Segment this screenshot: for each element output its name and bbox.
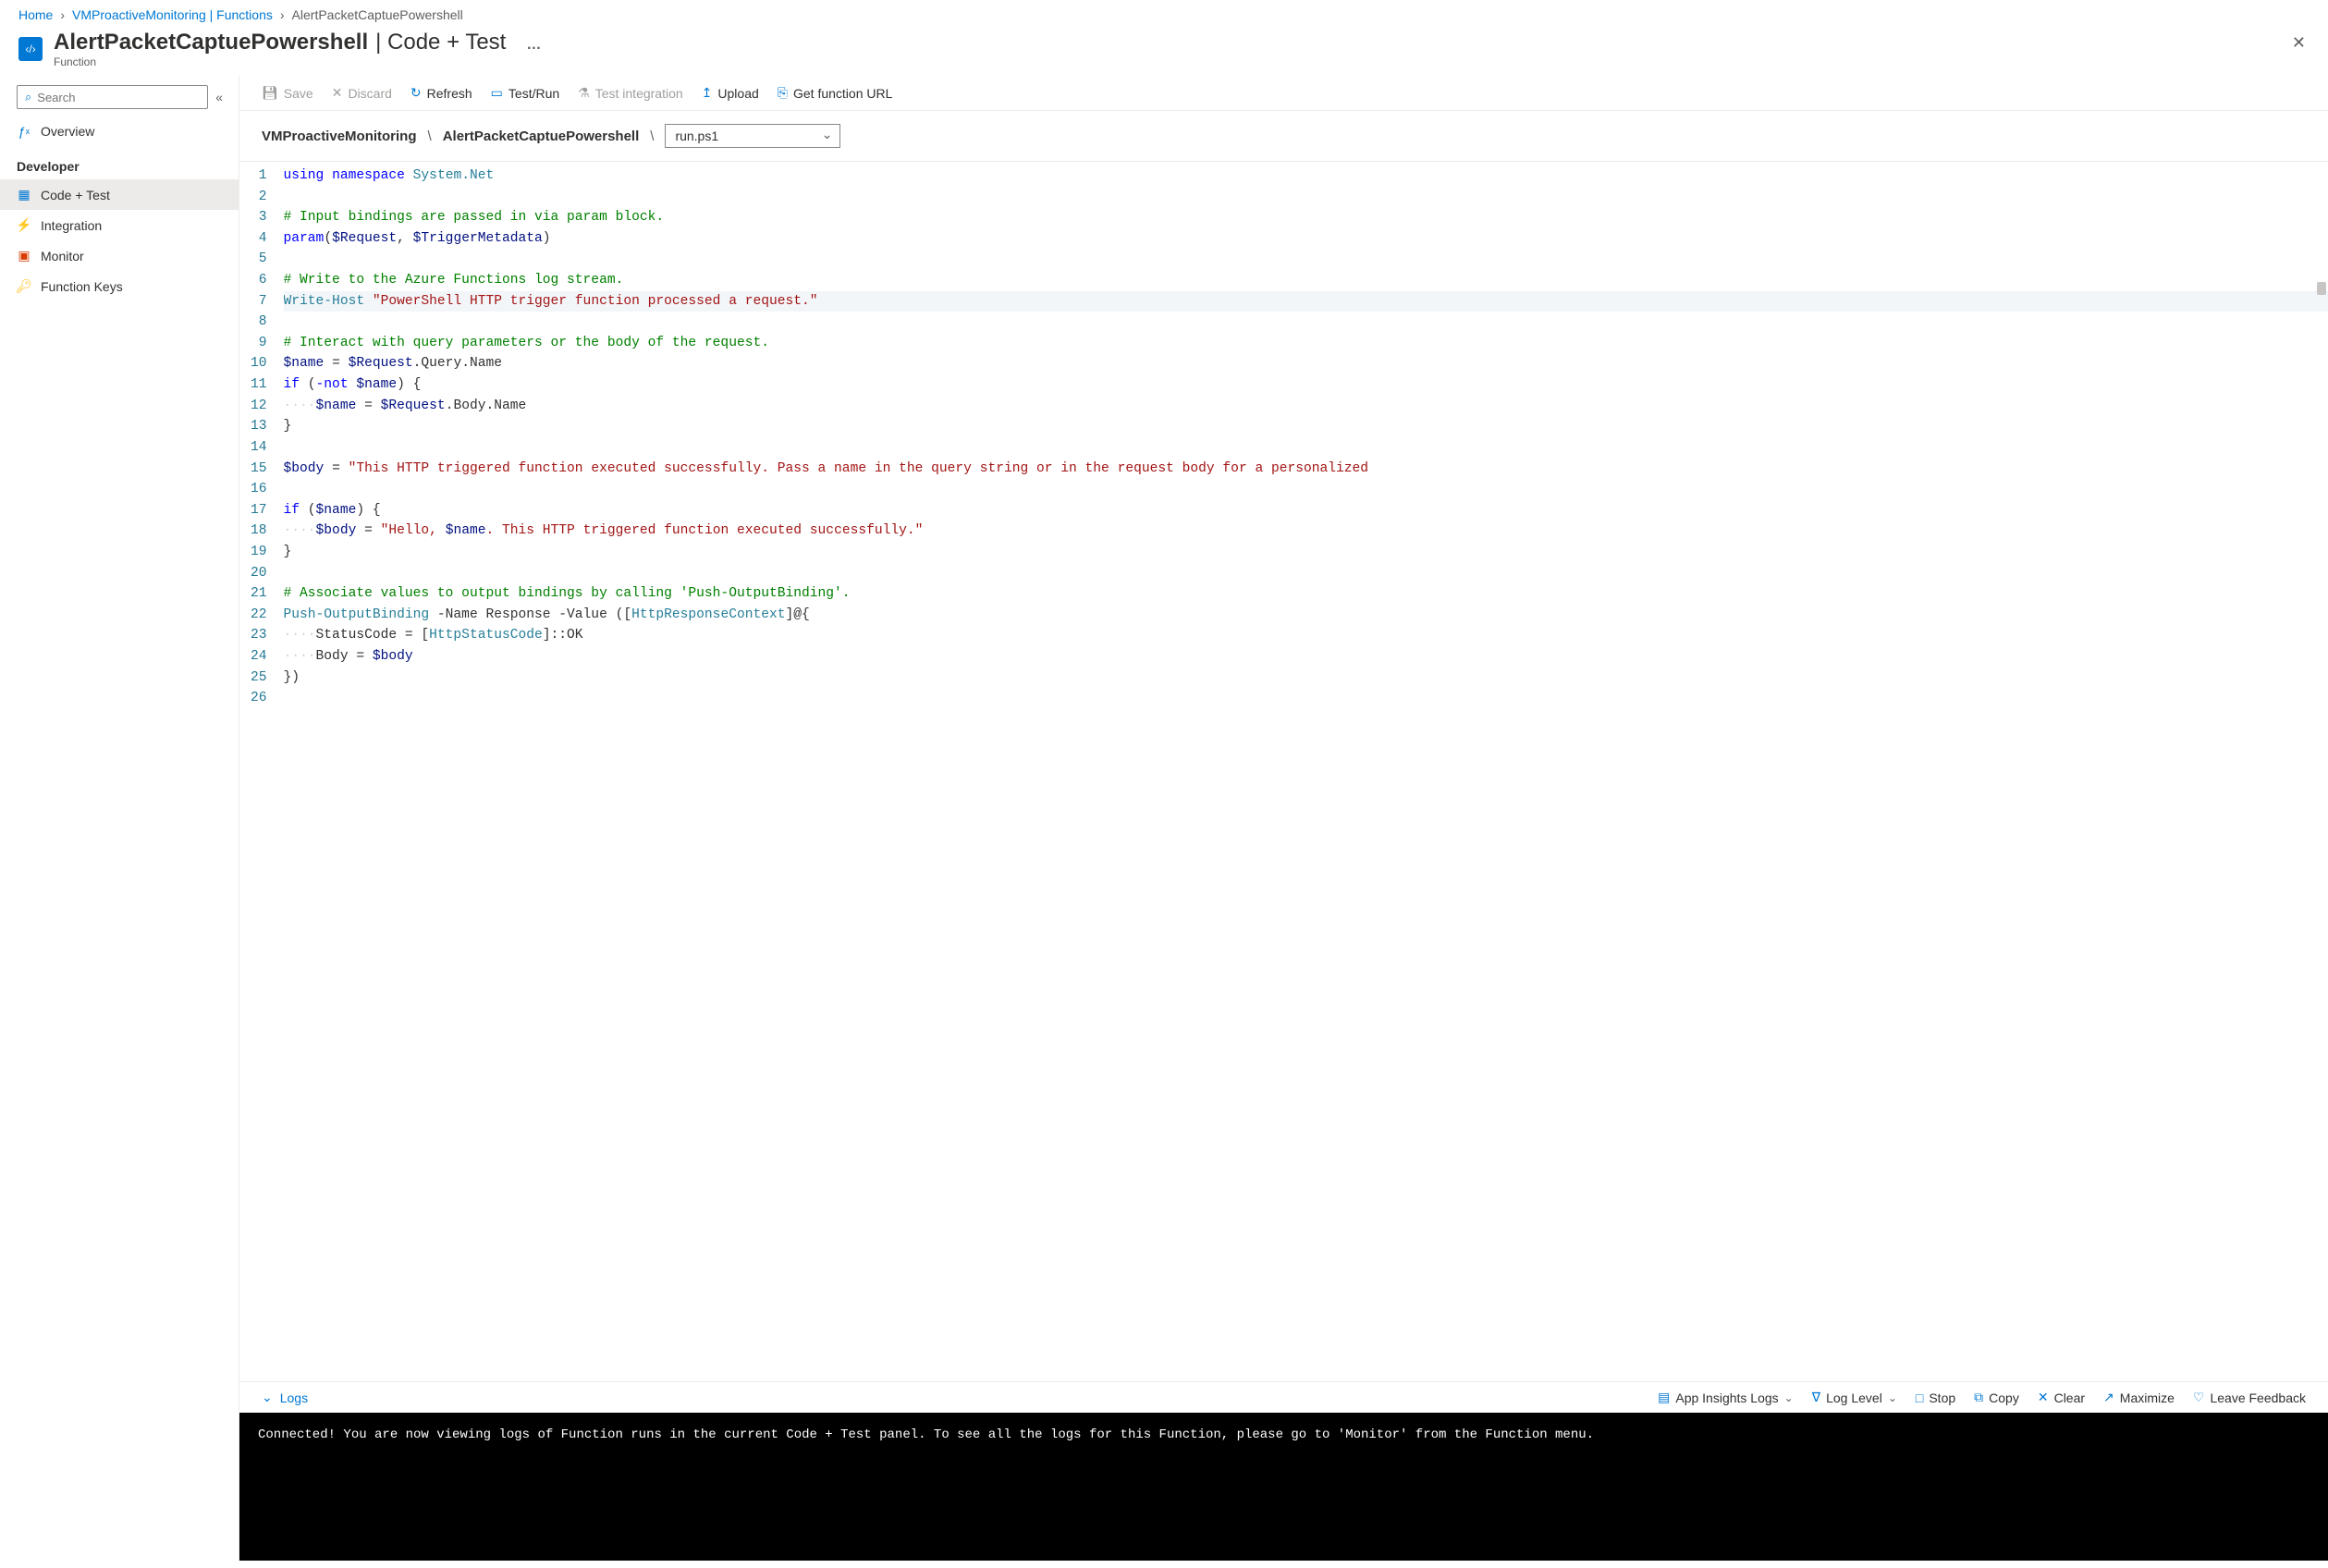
flask-icon: ⚗ — [578, 85, 590, 101]
logs-toggle[interactable]: ⌄ Logs — [262, 1390, 308, 1405]
sidebar-item-code-test[interactable]: ▦ Code + Test — [0, 179, 239, 210]
sidebar-item-overview[interactable]: ƒx Overview — [0, 116, 239, 146]
logs-btn-label: Log Level — [1826, 1390, 1882, 1405]
toolbar-label: Discard — [348, 86, 391, 101]
save-icon: 💾︎ — [262, 85, 278, 101]
file-select-value: run.ps1 — [675, 129, 718, 143]
refresh-icon: ↻ — [410, 85, 422, 101]
page-title-main: AlertPacketCaptuePowershell — [54, 30, 368, 55]
sidebar-item-function-keys[interactable]: 🔑︎ Function Keys — [0, 271, 239, 301]
logs-toolbar: ⌄ Logs ▤ App Insights Logs ⌄ ∇ Log Level… — [239, 1381, 2328, 1413]
file-path-bar: VMProactiveMonitoring \ AlertPacketCaptu… — [239, 110, 2328, 161]
breadcrumb: Home › VMProactiveMonitoring | Functions… — [0, 0, 2328, 26]
chevron-down-icon: ⌄ — [262, 1390, 273, 1405]
sidebar-item-integration[interactable]: ⚡ Integration — [0, 210, 239, 240]
close-icon[interactable]: ✕ — [2292, 33, 2306, 53]
maximize-button[interactable]: ↗ Maximize — [2103, 1390, 2175, 1405]
chevron-right-icon: › — [60, 7, 65, 22]
discard-icon: ✕ — [332, 85, 343, 101]
refresh-button[interactable]: ↻ Refresh — [410, 85, 472, 101]
toolbar-label: Save — [284, 86, 313, 101]
clear-button[interactable]: ✕ Clear — [2038, 1390, 2085, 1405]
discard-button[interactable]: ✕ Discard — [332, 85, 392, 101]
key-icon: 🔑︎ — [17, 278, 31, 294]
chevron-down-icon: ⌄ — [1888, 1391, 1897, 1404]
path-separator: \ — [428, 129, 432, 144]
page-header: ‹/› AlertPacketCaptuePowershell | Code +… — [0, 26, 2328, 76]
breadcrumb-home[interactable]: Home — [18, 7, 53, 22]
save-button[interactable]: 💾︎ Save — [262, 85, 313, 101]
sidebar-item-label: Function Keys — [41, 279, 123, 294]
page-title: AlertPacketCaptuePowershell | Code + Tes… — [54, 30, 541, 55]
path-segment: AlertPacketCaptuePowershell — [443, 129, 640, 144]
logs-btn-label: Stop — [1929, 1390, 1955, 1405]
main-content: 💾︎ Save ✕ Discard ↻ Refresh ▭ Test/Run ⚗… — [239, 76, 2328, 1561]
lightning-icon: ⚡ — [17, 217, 31, 233]
sidebar-item-monitor[interactable]: ▣ Monitor — [0, 240, 239, 271]
logs-btn-label: Leave Feedback — [2210, 1390, 2306, 1405]
search-icon: ⌕ — [25, 90, 31, 104]
list-icon: ▤ — [1658, 1390, 1670, 1405]
logs-title-label: Logs — [280, 1390, 308, 1405]
toolbar-label: Test/Run — [508, 86, 559, 101]
sidebar: ⌕ « ƒx Overview Developer ▦ Code + Test … — [0, 76, 239, 1561]
clear-icon: ✕ — [2038, 1390, 2049, 1405]
logs-btn-label: Clear — [2054, 1390, 2085, 1405]
search-input-wrap[interactable]: ⌕ — [17, 85, 208, 109]
stop-icon: □ — [1916, 1390, 1923, 1405]
file-select-dropdown[interactable]: run.ps1 — [665, 124, 840, 148]
log-level-button[interactable]: ∇ Log Level ⌄ — [1812, 1390, 1897, 1405]
filter-icon: ∇ — [1812, 1390, 1820, 1405]
logs-btn-label: App Insights Logs — [1675, 1390, 1778, 1405]
function-app-icon: ‹/› — [18, 37, 43, 61]
play-icon: ▭ — [491, 85, 503, 101]
sidebar-item-label: Monitor — [41, 249, 84, 263]
chevron-down-icon: ⌄ — [1784, 1391, 1794, 1404]
toolbar-label: Refresh — [427, 86, 472, 101]
stop-button[interactable]: □ Stop — [1916, 1390, 1955, 1405]
app-insights-logs-button[interactable]: ▤ App Insights Logs ⌄ — [1658, 1390, 1794, 1405]
test-run-button[interactable]: ▭ Test/Run — [491, 85, 559, 101]
monitor-icon: ▣ — [17, 248, 31, 263]
chevron-right-icon: › — [280, 7, 285, 22]
editor-gutter: 1234567891011121314151617181920212223242… — [239, 165, 284, 709]
scrollbar-thumb[interactable] — [2317, 282, 2326, 295]
link-icon: ⎘ — [778, 85, 788, 101]
get-function-url-button[interactable]: ⎘ Get function URL — [778, 85, 893, 101]
breadcrumb-current: AlertPacketCaptuePowershell — [292, 7, 463, 22]
copy-button[interactable]: ⧉ Copy — [1974, 1390, 2019, 1405]
path-separator: \ — [650, 129, 654, 144]
leave-feedback-button[interactable]: ♡ Leave Feedback — [2193, 1390, 2306, 1405]
toolbar-label: Get function URL — [793, 86, 892, 101]
sidebar-item-label: Overview — [41, 124, 94, 139]
logs-console: Connected! You are now viewing logs of F… — [239, 1413, 2328, 1561]
maximize-icon: ↗ — [2103, 1390, 2114, 1405]
toolbar: 💾︎ Save ✕ Discard ↻ Refresh ▭ Test/Run ⚗… — [239, 76, 2328, 110]
page-title-suffix: | Code + Test — [375, 30, 506, 55]
copy-icon: ⧉ — [1974, 1390, 1983, 1405]
breadcrumb-mid[interactable]: VMProactiveMonitoring | Functions — [72, 7, 273, 22]
code-icon: ▦ — [17, 187, 31, 202]
path-segment: VMProactiveMonitoring — [262, 129, 417, 144]
code-editor[interactable]: 1234567891011121314151617181920212223242… — [239, 161, 2328, 1381]
heart-icon: ♡ — [2193, 1390, 2205, 1405]
upload-button[interactable]: ↥ Upload — [702, 85, 759, 101]
logs-btn-label: Copy — [1989, 1390, 2019, 1405]
editor-lines[interactable]: using namespace System.Net # Input bindi… — [284, 165, 2328, 709]
search-input[interactable] — [37, 91, 200, 104]
upload-icon: ↥ — [702, 85, 713, 101]
sidebar-item-label: Integration — [41, 218, 102, 233]
test-integration-button[interactable]: ⚗ Test integration — [578, 85, 683, 101]
sidebar-item-label: Code + Test — [41, 188, 110, 202]
sidebar-section-developer: Developer — [0, 146, 239, 179]
overview-icon: ƒx — [17, 124, 31, 139]
more-icon[interactable]: … — [526, 37, 541, 54]
logs-btn-label: Maximize — [2120, 1390, 2175, 1405]
collapse-sidebar-icon[interactable]: « — [215, 90, 223, 104]
toolbar-label: Test integration — [595, 86, 683, 101]
toolbar-label: Upload — [717, 86, 758, 101]
page-subtitle: Function — [54, 55, 541, 68]
